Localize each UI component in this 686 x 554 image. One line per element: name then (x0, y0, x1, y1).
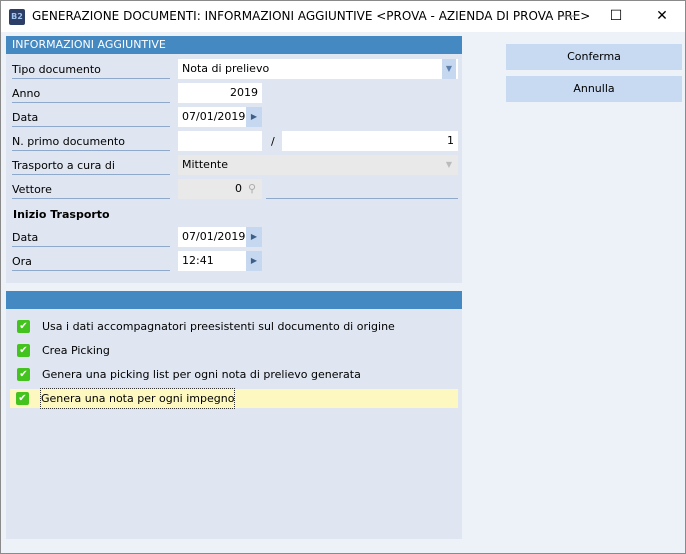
option-picking-list[interactable]: ✔ Genera una picking list per ogni nota … (11, 365, 457, 384)
tipo-documento-label: Tipo documento (12, 59, 170, 79)
options-panel: ✔ Usa i dati accompagnatori preesistenti… (6, 291, 462, 539)
inizio-data-input[interactable]: 07/01/2019 (178, 227, 246, 247)
n-primo-label: N. primo documento (12, 131, 170, 151)
separator-slash: / (271, 135, 275, 148)
options-panel-header (6, 291, 462, 309)
maximize-button[interactable]: ☐ (593, 1, 639, 32)
trasporto-label: Trasporto a cura di (12, 155, 170, 175)
date-picker-arrow-icon[interactable]: ▶ (246, 227, 262, 247)
anno-input[interactable]: 2019 (178, 83, 262, 103)
inizio-data-label: Data (12, 227, 170, 247)
checkbox-checked-icon[interactable]: ✔ (17, 368, 30, 381)
title-bar: B2 GENERAZIONE DOCUMENTI: INFORMAZIONI A… (1, 1, 685, 32)
data-label: Data (12, 107, 170, 127)
checkbox-checked-icon[interactable]: ✔ (16, 392, 29, 405)
vettore-description (266, 198, 458, 199)
n-primo-series-input[interactable] (178, 131, 262, 151)
option-nota-per-impegno[interactable]: ✔ Genera una nota per ogni impegno (10, 388, 458, 409)
option-label: Usa i dati accompagnatori preesistenti s… (42, 320, 395, 333)
option-label: Genera una picking list per ogni nota di… (42, 368, 361, 381)
option-label: Genera una nota per ogni impegno (39, 388, 236, 409)
trasporto-value: Mittente (182, 158, 228, 171)
tipo-documento-value: Nota di prelievo (182, 62, 270, 75)
inizio-ora-input[interactable]: 12:41 (178, 251, 246, 271)
inizio-ora-label: Ora (12, 251, 170, 271)
date-picker-arrow-icon[interactable]: ▶ (246, 107, 262, 127)
dialog-window: B2 GENERAZIONE DOCUMENTI: INFORMAZIONI A… (0, 0, 686, 554)
search-icon[interactable]: ⚲ (248, 182, 256, 195)
chevron-down-icon: ▼ (442, 155, 456, 175)
app-icon: B2 (9, 9, 25, 25)
tipo-documento-select[interactable]: Nota di prelievo ▼ (178, 59, 458, 79)
trasporto-select: Mittente ▼ (178, 155, 458, 175)
close-button[interactable]: ✕ (639, 1, 685, 32)
time-picker-arrow-icon[interactable]: ▶ (246, 251, 262, 271)
cancel-button[interactable]: Annulla (506, 76, 682, 102)
info-panel: INFORMAZIONI AGGIUNTIVE Tipo documento N… (6, 36, 462, 283)
option-label: Crea Picking (42, 344, 110, 357)
option-crea-picking[interactable]: ✔ Crea Picking (11, 341, 457, 360)
panel-header: INFORMAZIONI AGGIUNTIVE (6, 36, 462, 54)
confirm-button[interactable]: Conferma (506, 44, 682, 70)
inizio-trasporto-heading: Inizio Trasporto (13, 208, 110, 221)
chevron-down-icon[interactable]: ▼ (442, 59, 456, 79)
minimize-button[interactable]: — (546, 1, 592, 32)
option-usa-dati[interactable]: ✔ Usa i dati accompagnatori preesistenti… (11, 317, 457, 336)
data-input[interactable]: 07/01/2019 (178, 107, 246, 127)
checkbox-checked-icon[interactable]: ✔ (17, 344, 30, 357)
n-primo-number-input[interactable]: 1 (282, 131, 458, 151)
window-title: GENERAZIONE DOCUMENTI: INFORMAZIONI AGGI… (32, 9, 591, 23)
vettore-label: Vettore (12, 179, 170, 199)
anno-label: Anno (12, 83, 170, 103)
checkbox-checked-icon[interactable]: ✔ (17, 320, 30, 333)
